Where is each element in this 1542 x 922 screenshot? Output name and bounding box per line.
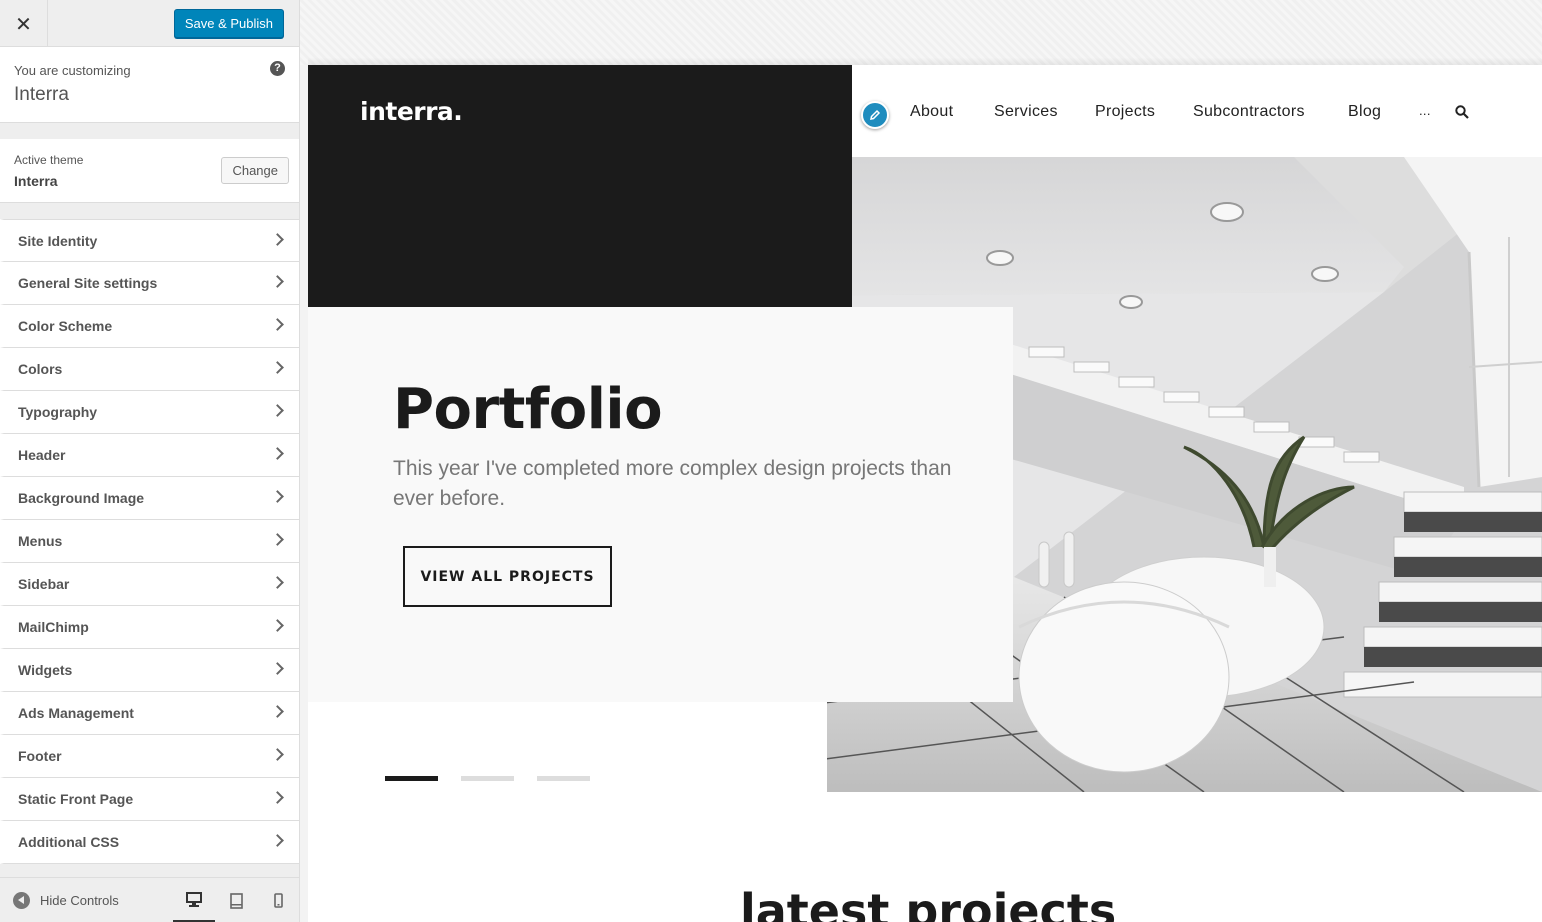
preview-desktop-button[interactable]	[173, 878, 215, 922]
preview-mobile-button[interactable]	[257, 878, 299, 922]
section-label: Colors	[18, 361, 63, 377]
section-label: MailChimp	[18, 619, 89, 635]
latest-projects-heading: latest projects	[740, 884, 1117, 922]
site-preview: interra. About Services Projects Subcont…	[300, 0, 1542, 922]
chevron-right-icon	[271, 619, 284, 632]
site-logo[interactable]: interra.	[360, 97, 463, 126]
change-theme-button[interactable]: Change	[221, 157, 289, 184]
slider-dot-3[interactable]	[537, 776, 590, 781]
section-static-front-page[interactable]: Static Front Page	[0, 778, 299, 821]
header-dark-block: interra.	[308, 65, 852, 307]
nav-projects[interactable]: Projects	[1095, 103, 1155, 121]
save-publish-button[interactable]: Save & Publish	[173, 9, 284, 38]
hero-description: This year I've completed more complex de…	[393, 457, 952, 510]
customizing-site-title: Interra	[14, 84, 69, 105]
chevron-right-icon	[271, 533, 284, 546]
section-label: Sidebar	[18, 576, 70, 592]
desktop-icon	[186, 891, 202, 907]
help-icon[interactable]: ?	[270, 61, 285, 76]
customizer-footer: Hide Controls	[0, 877, 299, 922]
section-site-identity[interactable]: Site Identity	[0, 219, 299, 262]
section-label: Header	[18, 447, 66, 463]
slider-dot-2[interactable]	[461, 776, 514, 781]
customizer-sidebar: ✕ Save & Publish You are customizing Int…	[0, 0, 300, 922]
tablet-icon	[229, 892, 243, 909]
chevron-right-icon	[271, 705, 284, 718]
main-navigation: About Services Projects Subcontractors B…	[852, 65, 1542, 157]
nav-services[interactable]: Services	[994, 103, 1058, 121]
section-footer[interactable]: Footer	[0, 735, 299, 778]
chevron-right-icon	[271, 662, 284, 675]
edit-shortcut-button[interactable]	[861, 101, 889, 129]
section-sidebar[interactable]: Sidebar	[0, 563, 299, 606]
background-pattern-edge	[300, 65, 308, 922]
section-mailchimp[interactable]: MailChimp	[0, 606, 299, 649]
chevron-right-icon	[271, 576, 284, 589]
chevron-right-icon	[271, 748, 284, 761]
customizing-info: You are customizing Interra	[0, 47, 299, 123]
section-label: Ads Management	[18, 705, 134, 721]
hero-image-mask	[564, 702, 827, 792]
chevron-right-icon	[271, 404, 284, 417]
section-label: Background Image	[18, 490, 145, 506]
section-color-scheme[interactable]: Color Scheme	[0, 305, 299, 348]
section-label: Static Front Page	[18, 791, 134, 807]
chevron-right-icon	[271, 275, 284, 288]
nav-more[interactable]: ...	[1419, 103, 1431, 118]
section-additional-css[interactable]: Additional CSS	[0, 821, 299, 864]
section-colors[interactable]: Colors	[0, 348, 299, 391]
active-theme-panel: Active theme Interra Change	[0, 139, 299, 203]
chevron-right-icon	[271, 791, 284, 804]
chevron-right-icon	[271, 447, 284, 460]
slider-dot-1[interactable]	[385, 776, 438, 781]
hero-title: Portfolio	[393, 377, 663, 442]
customizer-sections: Site Identity General Site settings Colo…	[0, 219, 299, 864]
nav-about[interactable]: About	[910, 103, 953, 121]
section-background-image[interactable]: Background Image	[0, 477, 299, 520]
collapse-icon	[13, 892, 30, 909]
section-ads-management[interactable]: Ads Management	[0, 692, 299, 735]
view-all-projects-button[interactable]: VIEW ALL PROJECTS	[403, 546, 612, 607]
section-label: Color Scheme	[18, 318, 113, 334]
hide-controls-label: Hide Controls	[40, 893, 119, 908]
section-label: Additional CSS	[18, 834, 120, 850]
section-typography[interactable]: Typography	[0, 391, 299, 434]
section-menus[interactable]: Menus	[0, 520, 299, 563]
chevron-right-icon	[271, 834, 284, 847]
chevron-right-icon	[271, 318, 284, 331]
customizing-label: You are customizing	[14, 63, 131, 78]
section-label: Widgets	[18, 662, 73, 678]
nav-subcontractors[interactable]: Subcontractors	[1193, 103, 1305, 121]
close-icon[interactable]: ✕	[0, 0, 48, 47]
preview-tablet-button[interactable]	[215, 878, 257, 922]
background-pattern	[300, 0, 1542, 65]
nav-blog[interactable]: Blog	[1348, 103, 1381, 121]
hero-card: Portfolio This year I've completed more …	[308, 307, 1013, 702]
section-widgets[interactable]: Widgets	[0, 649, 299, 692]
section-label: Footer	[18, 748, 62, 764]
section-label: Site Identity	[18, 233, 98, 249]
chevron-right-icon	[271, 361, 284, 374]
section-header[interactable]: Header	[0, 434, 299, 477]
section-general-site-settings[interactable]: General Site settings	[0, 262, 299, 305]
customizer-header: ✕ Save & Publish	[0, 0, 299, 47]
pencil-icon	[870, 109, 881, 120]
section-label: Menus	[18, 533, 63, 549]
section-label: Typography	[18, 404, 98, 420]
search-icon[interactable]	[1455, 105, 1469, 119]
section-label: General Site settings	[18, 275, 158, 291]
chevron-right-icon	[271, 490, 284, 503]
hide-controls-button[interactable]: Hide Controls	[13, 892, 119, 909]
chevron-right-icon	[271, 233, 284, 246]
mobile-icon	[273, 893, 283, 908]
